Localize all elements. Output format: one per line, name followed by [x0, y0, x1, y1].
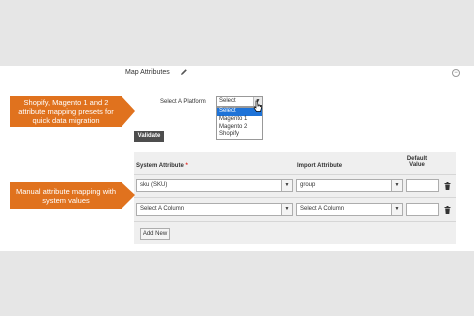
trash-icon[interactable]	[444, 182, 451, 190]
row-divider	[134, 221, 456, 222]
system-attribute-select[interactable]: Select A Column ▼	[136, 203, 293, 216]
platform-option-magento-2[interactable]: Magento 2	[217, 124, 262, 132]
dropdown-arrow-icon: ▼	[391, 180, 402, 191]
default-value-input[interactable]	[406, 179, 439, 192]
import-attribute-select[interactable]: group ▼	[296, 179, 403, 192]
platform-label: Select A Platform	[160, 99, 206, 105]
import-attribute-value: Select A Column	[300, 206, 345, 212]
platform-option-shopify[interactable]: Shopify	[217, 131, 262, 139]
bottom-gray-band	[0, 251, 474, 316]
manual-mapping-callout-arrow	[121, 182, 135, 209]
section-title: Map Attributes	[125, 69, 170, 76]
system-attribute-header: System Attribute *	[136, 163, 188, 169]
import-attribute-select[interactable]: Select A Column ▼	[296, 203, 403, 216]
manual-mapping-callout: Manual attribute mapping with system val…	[10, 182, 122, 209]
dropdown-arrow-icon: ▼	[391, 204, 402, 215]
validate-button[interactable]: Validate	[134, 131, 164, 142]
system-attribute-value: Select A Column	[140, 206, 185, 212]
platform-option-magento-1[interactable]: Magento 1	[217, 116, 262, 124]
platform-select-value: Select	[219, 98, 236, 104]
system-attribute-header-label: System Attribute	[136, 163, 184, 169]
pencil-icon[interactable]	[180, 68, 188, 76]
import-attribute-value: group	[300, 182, 316, 188]
collapse-icon[interactable]: −	[452, 69, 460, 77]
dropdown-arrow-icon: ▼	[281, 180, 292, 191]
system-attribute-select[interactable]: sku (SKU) ▼	[136, 179, 293, 192]
import-attribute-header: Import Attribute	[297, 163, 343, 169]
row-divider	[134, 197, 456, 198]
system-attribute-value: sku (SKU)	[140, 182, 168, 188]
default-value-input[interactable]	[406, 203, 439, 216]
header-divider	[134, 174, 456, 175]
presets-callout: Shopify, Magento 1 and 2 attribute mappi…	[10, 96, 122, 127]
trash-icon[interactable]	[444, 206, 451, 214]
mouse-cursor-icon	[253, 100, 262, 112]
top-gray-band	[0, 0, 474, 66]
required-star: *	[185, 163, 188, 169]
presets-callout-arrow	[121, 96, 135, 127]
dropdown-arrow-icon: ▼	[281, 204, 292, 215]
default-value-header-line2: Value	[409, 162, 425, 168]
add-new-button[interactable]: Add New	[140, 228, 170, 240]
default-value-header: Default Value	[406, 156, 428, 168]
